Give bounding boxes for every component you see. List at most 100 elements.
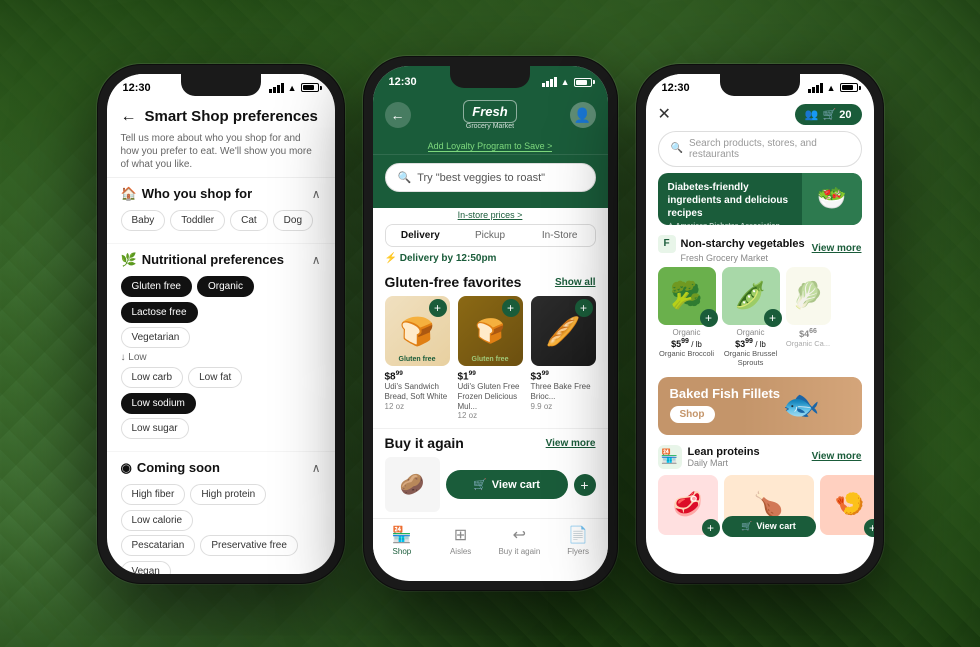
phone-2-notch: [450, 66, 530, 88]
chip-pescatarian[interactable]: Pescatarian: [121, 535, 196, 556]
buy-again-title: Buy it again: [385, 435, 464, 451]
product-1-image: 🍞 + Gluten free: [385, 296, 450, 366]
product-2-price: $199: [458, 370, 523, 382]
p2-battery-icon: [574, 78, 592, 87]
coming-section-header: ◉ Coming soon ∧: [121, 460, 321, 476]
buy-again-header: Buy it again View more: [385, 435, 596, 451]
lean-3-image: 🍤 +: [820, 475, 874, 535]
coming-chips-row-1: High fiber High protein Low calorie: [121, 484, 321, 531]
chip-dog[interactable]: Dog: [273, 210, 313, 231]
view-more-button[interactable]: View more: [546, 438, 596, 449]
chip-low-calorie[interactable]: Low calorie: [121, 510, 194, 531]
lean-1-add-button[interactable]: +: [702, 519, 720, 537]
phone-3-topbar: ✕ 👥 🛒 20: [646, 98, 874, 131]
tab-in-store[interactable]: In-Store: [525, 225, 595, 246]
chip-vegetarian[interactable]: Vegetarian: [121, 327, 191, 348]
p2-search-placeholder: Try "best veggies to roast": [417, 172, 545, 184]
nutrition-selected-chips: Gluten free Organic Lactose free: [121, 276, 321, 323]
brussel-label: Organic: [722, 328, 780, 337]
chip-high-protein[interactable]: High protein: [190, 484, 266, 505]
lean-3-add-button[interactable]: +: [864, 519, 874, 537]
chip-toddler[interactable]: Toddler: [170, 210, 225, 231]
chip-low-fat[interactable]: Low fat: [188, 367, 242, 388]
chip-preservative-free[interactable]: Preservative free: [200, 535, 298, 556]
banner-text-area: Diabetes-friendly ingredients and delici…: [658, 173, 802, 225]
nav-aisles[interactable]: ⊞ Aisles: [431, 525, 490, 556]
lean-view-more[interactable]: View more: [812, 451, 862, 462]
tab-delivery[interactable]: Delivery: [386, 225, 456, 246]
product-3-add-button[interactable]: +: [575, 299, 593, 317]
tab-pickup[interactable]: Pickup: [455, 225, 525, 246]
baked-fish-shop-button[interactable]: Shop: [670, 406, 715, 423]
who-you-shop-section: 🏠 Who you shop for ∧ Baby Toddler Cat Do…: [107, 178, 335, 244]
chip-low-carb[interactable]: Low carb: [121, 367, 184, 388]
phone-1-subtitle: Tell us more about who you shop for and …: [121, 132, 321, 171]
lean-product-1: 🥩 +: [658, 475, 718, 538]
diabetes-banner[interactable]: Diabetes-friendly ingredients and delici…: [658, 173, 862, 225]
phone-1-status-icons: ▲: [269, 83, 319, 93]
product-2-weight: 12 oz: [458, 411, 523, 420]
broccoli-image: 🥦 +: [658, 267, 716, 325]
lean-products-row: 🥩 + 🍗 🛒 View cart: [658, 475, 862, 538]
shop-cart-badge[interactable]: 👥 🛒 20: [795, 104, 862, 125]
chip-baby[interactable]: Baby: [121, 210, 166, 231]
cart-icon: 🛒: [473, 478, 487, 491]
brussel-add-button[interactable]: +: [764, 309, 782, 327]
buy-again-nav-icon: ↩: [513, 525, 526, 545]
product-1-add-button[interactable]: +: [429, 299, 447, 317]
close-icon[interactable]: ✕: [658, 104, 671, 124]
chip-vegan[interactable]: Vegan: [121, 561, 171, 574]
buy-again-product-image: 🥔: [385, 457, 440, 512]
in-store-prices[interactable]: In-store prices >: [373, 210, 608, 220]
lean-product-3: 🍤 +: [820, 475, 874, 538]
people-icon: 👥: [805, 108, 819, 121]
low-chips-row: Low carb Low fat Low sodium: [121, 367, 321, 414]
product-2-add-button[interactable]: +: [502, 299, 520, 317]
home-icon: 🏠: [121, 186, 137, 202]
broccoli-add-button[interactable]: +: [700, 309, 718, 327]
p3-search-bar[interactable]: 🔍 Search products, stores, and restauran…: [658, 131, 862, 167]
chip-lactose-free[interactable]: Lactose free: [121, 302, 198, 323]
who-chevron-icon[interactable]: ∧: [312, 187, 321, 201]
broccoli-price: $599 / lb: [658, 338, 716, 349]
nav-buy-again[interactable]: ↩ Buy it again: [490, 525, 549, 556]
nutrition-outline-chips: Vegetarian: [121, 327, 321, 348]
chip-low-sodium[interactable]: Low sodium: [121, 393, 196, 414]
brussel-price: $399 / lb: [722, 338, 780, 349]
chip-cat[interactable]: Cat: [230, 210, 268, 231]
product-1-weight: 12 oz: [385, 402, 450, 411]
show-all-button[interactable]: Show all: [555, 277, 596, 288]
p2-avatar[interactable]: 👤: [570, 102, 596, 128]
chip-low-sugar[interactable]: Low sugar: [121, 418, 189, 439]
product-3-name: Three Bake Free Brioc...: [531, 382, 596, 401]
fresh-mini-logo: F: [658, 235, 676, 253]
nav-flyers[interactable]: 📄 Flyers: [549, 525, 608, 556]
p2-back-button[interactable]: ←: [385, 102, 411, 128]
p2-avatar-icon: 👤: [574, 107, 591, 124]
lean-view-cart-button[interactable]: 🛒 View cart: [722, 516, 816, 537]
veggies-view-more[interactable]: View more: [812, 243, 862, 254]
leaf-icon: 🌿: [121, 252, 137, 268]
back-arrow-icon[interactable]: ←: [121, 108, 137, 126]
lean-title: Lean proteins: [688, 446, 760, 458]
p2-search-bar[interactable]: 🔍 Try "best veggies to roast": [385, 163, 596, 192]
view-cart-button[interactable]: 🛒 View cart: [446, 470, 568, 499]
phone-1-title: Smart Shop preferences: [145, 108, 318, 125]
product-brussel-sprouts: 🫛 + Organic $399 / lb Organic Brussel Sp…: [722, 267, 780, 367]
coming-chevron-icon[interactable]: ∧: [312, 461, 321, 475]
chip-gluten-free[interactable]: Gluten free: [121, 276, 192, 297]
phone-3-screen: 12:30 ▲ ✕ 👥: [646, 74, 874, 574]
baked-fish-banner[interactable]: Baked Fish Fillets Shop 🐟: [658, 377, 862, 435]
phone-3-notch: [720, 74, 800, 96]
phone-1-notch: [181, 74, 261, 96]
product-cauliflower: 🥬 $466 Organic Ca...: [786, 267, 831, 367]
loyalty-text[interactable]: Add Loyalty Program to Save >: [373, 138, 608, 155]
p3-battery-icon: [840, 83, 858, 92]
nav-shop[interactable]: 🏪 Shop: [373, 525, 432, 556]
chip-organic[interactable]: Organic: [197, 276, 254, 297]
veggies-section-left: F Non-starchy vegetables Fresh Grocery M…: [658, 235, 805, 263]
buy-again-add-button[interactable]: +: [574, 474, 596, 496]
nav-aisles-label: Aisles: [450, 547, 471, 556]
chip-high-fiber[interactable]: High fiber: [121, 484, 186, 505]
nutrition-chevron-icon[interactable]: ∧: [312, 253, 321, 267]
